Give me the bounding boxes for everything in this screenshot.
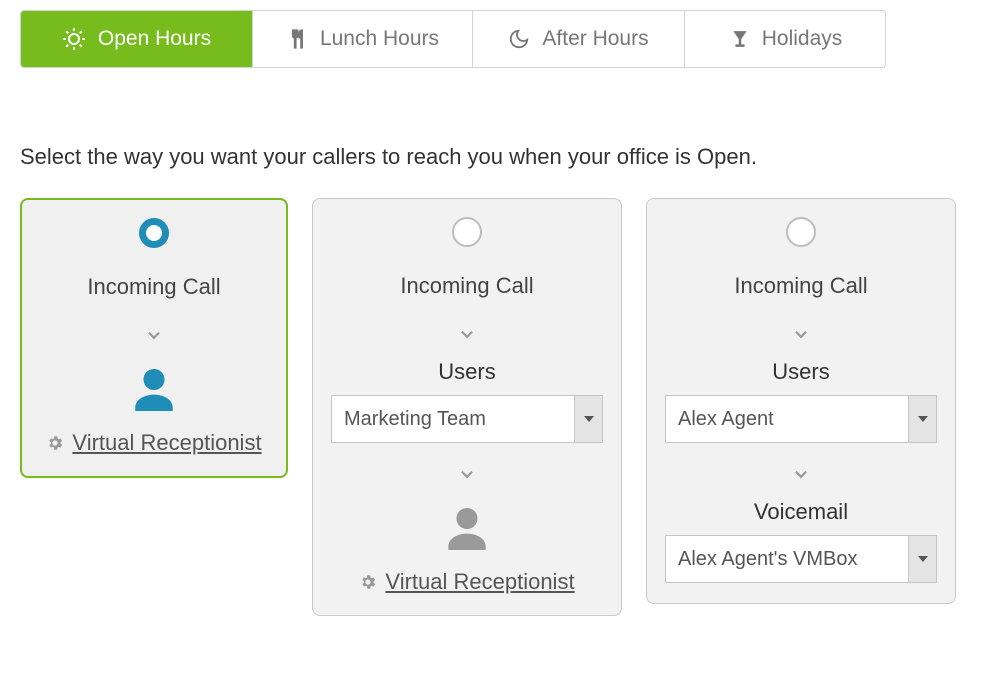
users-section-title: Users xyxy=(438,359,495,385)
virtual-receptionist-link[interactable]: Virtual Receptionist xyxy=(385,569,574,595)
glass-icon xyxy=(730,28,750,50)
routing-options-row: Incoming Call Virtual Receptionist Incom… xyxy=(20,198,966,616)
tab-after-hours[interactable]: After Hours xyxy=(473,11,685,67)
voicemail-section-title: Voicemail xyxy=(754,499,848,525)
tab-open-hours[interactable]: Open Hours xyxy=(21,11,253,67)
instruction-text: Select the way you want your callers to … xyxy=(20,144,966,170)
users-select-value: Marketing Team xyxy=(332,396,574,442)
gear-icon xyxy=(359,573,377,591)
tab-label: Open Hours xyxy=(98,27,211,51)
virtual-receptionist-row: Virtual Receptionist xyxy=(359,569,574,595)
virtual-receptionist-row: Virtual Receptionist xyxy=(46,430,261,456)
chevron-down-icon xyxy=(908,396,936,442)
tab-label: After Hours xyxy=(542,27,648,51)
chevron-down-icon xyxy=(908,536,936,582)
moon-icon xyxy=(508,28,530,50)
arrow-down-icon xyxy=(454,319,480,345)
voicemail-select[interactable]: Alex Agent's VMBox xyxy=(665,535,937,583)
voicemail-select-value: Alex Agent's VMBox xyxy=(666,536,908,582)
radio-selected[interactable] xyxy=(139,218,169,248)
incoming-call-label: Incoming Call xyxy=(87,274,220,300)
radio-unselected[interactable] xyxy=(786,217,816,247)
incoming-call-label: Incoming Call xyxy=(400,273,533,299)
radio-unselected[interactable] xyxy=(452,217,482,247)
arrow-down-icon xyxy=(788,319,814,345)
arrow-down-icon xyxy=(141,320,167,346)
gear-icon xyxy=(46,434,64,452)
tab-lunch-hours[interactable]: Lunch Hours xyxy=(253,11,473,67)
arrow-down-icon xyxy=(788,459,814,485)
tab-label: Lunch Hours xyxy=(320,27,439,51)
virtual-receptionist-link[interactable]: Virtual Receptionist xyxy=(72,430,261,456)
routing-card-virtual-receptionist[interactable]: Incoming Call Virtual Receptionist xyxy=(20,198,288,478)
routing-card-user-vr[interactable]: Incoming Call Users Marketing Team xyxy=(312,198,622,616)
person-icon xyxy=(126,362,182,418)
users-select[interactable]: Alex Agent xyxy=(665,395,937,443)
tab-holidays[interactable]: Holidays xyxy=(685,11,886,67)
users-select[interactable]: Marketing Team xyxy=(331,395,603,443)
users-section-title: Users xyxy=(772,359,829,385)
sun-icon xyxy=(62,27,86,51)
routing-card-user-voicemail[interactable]: Incoming Call Users Alex Agent Voicemail… xyxy=(646,198,956,604)
arrow-down-icon xyxy=(454,459,480,485)
incoming-call-label: Incoming Call xyxy=(734,273,867,299)
tab-label: Holidays xyxy=(762,27,843,51)
users-select-value: Alex Agent xyxy=(666,396,908,442)
call-schedule-tabs: Open Hours Lunch Hours After Hours Holid… xyxy=(20,10,886,68)
utensils-icon xyxy=(286,28,308,50)
person-icon xyxy=(439,501,495,557)
chevron-down-icon xyxy=(574,396,602,442)
